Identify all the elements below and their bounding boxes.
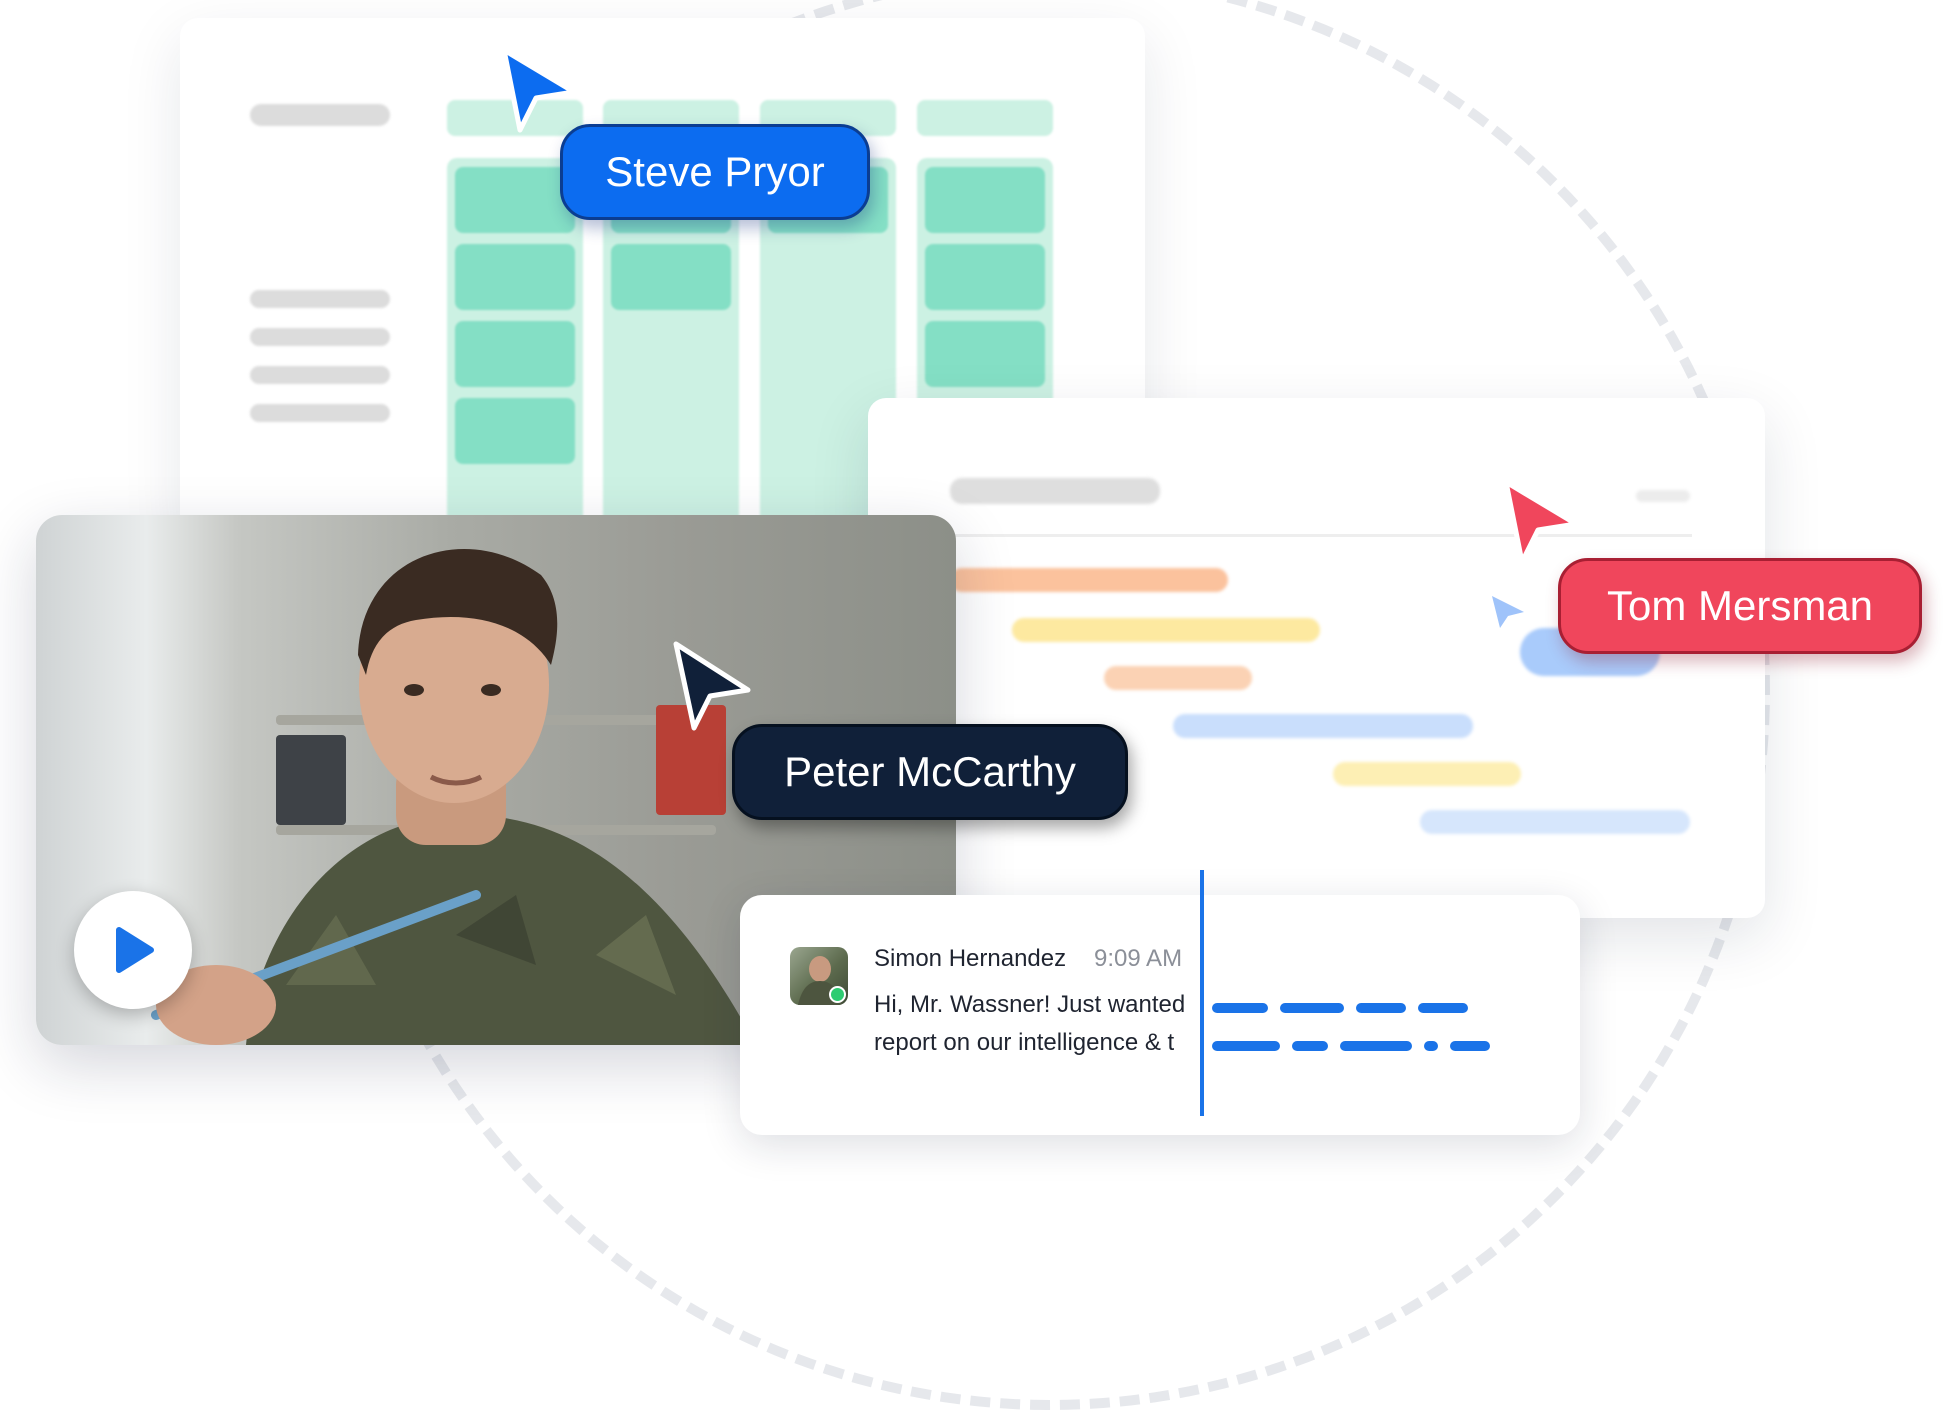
message-timestamp: 9:09 AM bbox=[1094, 945, 1183, 972]
timeline-title-placeholder bbox=[950, 478, 1160, 504]
play-icon bbox=[116, 927, 154, 973]
message-sender: Simon Hernandez bbox=[874, 945, 1067, 972]
timeline-bar[interactable] bbox=[1173, 714, 1473, 738]
board-title-placeholder bbox=[250, 104, 390, 126]
kanban-card[interactable] bbox=[925, 244, 1045, 310]
kanban-column bbox=[917, 158, 1053, 408]
kanban-card[interactable] bbox=[455, 167, 575, 233]
online-status-icon bbox=[829, 986, 846, 1003]
kanban-card[interactable] bbox=[925, 167, 1045, 233]
typing-placeholder bbox=[1292, 1041, 1328, 1051]
kanban-card[interactable] bbox=[925, 321, 1045, 387]
typing-placeholder bbox=[1340, 1041, 1412, 1051]
play-button[interactable] bbox=[74, 891, 192, 1009]
kanban-card[interactable] bbox=[455, 321, 575, 387]
kanban-card[interactable] bbox=[455, 398, 575, 464]
kanban-column bbox=[447, 158, 583, 538]
timeline-bar[interactable] bbox=[1420, 810, 1690, 834]
chat-message-card: Simon Hernandez 9:09 AM Hi, Mr. Wassner!… bbox=[740, 895, 1580, 1135]
message-text-line-2: report on our intelligence & t bbox=[874, 1029, 1175, 1056]
typing-placeholder bbox=[1212, 1041, 1280, 1051]
avatar bbox=[790, 947, 848, 1005]
cursor-arrow-icon bbox=[673, 641, 751, 731]
timeline-bar[interactable] bbox=[950, 568, 1228, 592]
kanban-card[interactable] bbox=[455, 244, 575, 310]
cursor-label-peter-mccarthy: Peter McCarthy bbox=[732, 724, 1128, 820]
timeline-bar[interactable] bbox=[1104, 666, 1252, 690]
cursor-label-steve-pryor: Steve Pryor bbox=[560, 124, 870, 220]
timeline-card bbox=[868, 398, 1765, 918]
typing-placeholder bbox=[1424, 1041, 1438, 1051]
cursor-arrow-icon bbox=[1492, 596, 1524, 628]
cursor-arrow-icon bbox=[501, 47, 577, 133]
timeline-action-placeholder bbox=[1636, 490, 1690, 502]
text-caret bbox=[1200, 870, 1204, 1116]
cursor-label-tom-mersman: Tom Mersman bbox=[1558, 558, 1922, 654]
message-text-line-1: Hi, Mr. Wassner! Just wanted bbox=[874, 991, 1186, 1018]
typing-placeholder bbox=[1450, 1041, 1490, 1051]
sidebar-line-placeholder bbox=[250, 290, 390, 308]
sidebar-line-placeholder bbox=[250, 404, 390, 422]
typing-placeholder bbox=[1212, 1003, 1268, 1013]
sidebar-line-placeholder bbox=[250, 328, 390, 346]
typing-placeholder bbox=[1280, 1003, 1344, 1013]
cursor-arrow-icon bbox=[1503, 479, 1579, 565]
column-header bbox=[917, 100, 1053, 136]
typing-placeholder bbox=[1418, 1003, 1468, 1013]
timeline-bar[interactable] bbox=[1333, 762, 1521, 786]
typing-placeholder bbox=[1356, 1003, 1406, 1013]
timeline-bar[interactable] bbox=[1012, 618, 1320, 642]
sidebar-line-placeholder bbox=[250, 366, 390, 384]
kanban-card[interactable] bbox=[611, 244, 731, 310]
